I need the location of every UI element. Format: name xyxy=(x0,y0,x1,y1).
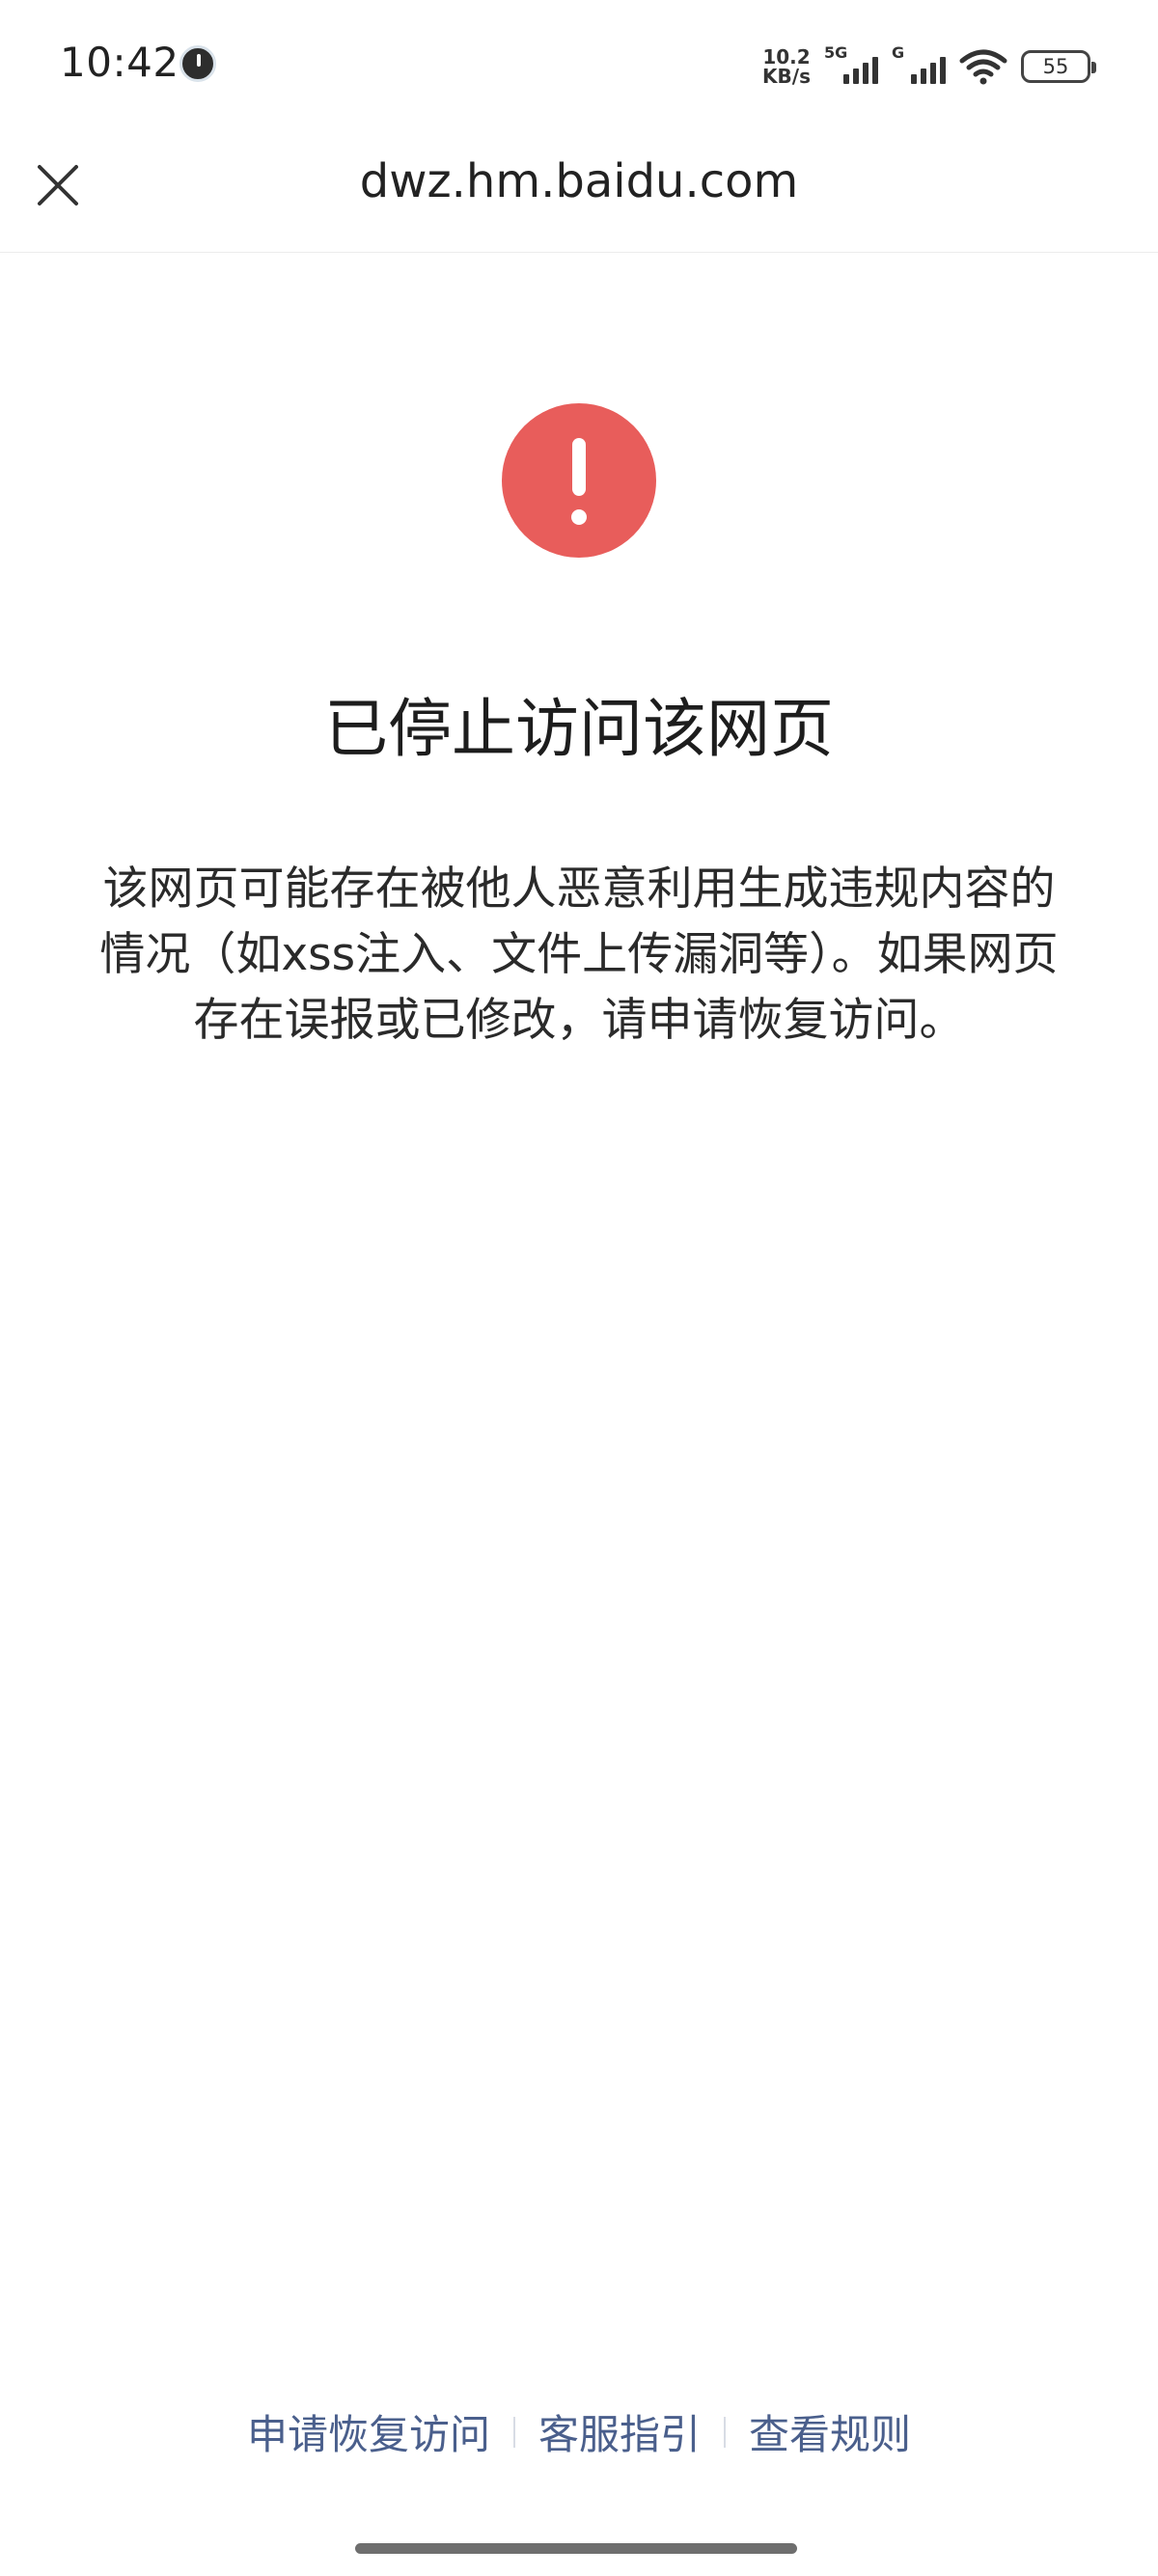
network-speed-value: 10.2 xyxy=(762,45,811,69)
battery-icon: 55 xyxy=(1021,50,1096,83)
support-guide-link[interactable]: 客服指引 xyxy=(529,2402,710,2461)
page-url-title: dwz.hm.baidu.com xyxy=(359,154,799,208)
sim2-label: G xyxy=(892,43,905,62)
status-bar: 10:42 10.2 KB/s 5G G 55 xyxy=(0,0,1158,135)
sim2-signal-icon: G xyxy=(892,43,946,88)
browser-header: dwz.hm.baidu.com xyxy=(0,135,1158,253)
status-icons: 10.2 KB/s 5G G 55 xyxy=(762,42,1096,91)
footer-divider xyxy=(724,2416,726,2448)
alert-icon xyxy=(502,403,656,558)
view-rules-link[interactable]: 查看规则 xyxy=(739,2402,921,2461)
blocked-description: 该网页可能存在被他人恶意利用生成违规内容的情况（如xss注入、文件上传漏洞等）。… xyxy=(99,863,1059,1047)
home-indicator[interactable] xyxy=(355,2543,797,2554)
footer-divider xyxy=(512,2416,515,2448)
wifi-icon xyxy=(959,49,1007,85)
page-title: 已停止访问该网页 xyxy=(324,692,834,766)
sim1-signal-icon: 5G xyxy=(824,43,878,88)
footer-links: 申请恢复访问 客服指引 查看规则 xyxy=(0,2402,1158,2461)
network-speed-unit: KB/s xyxy=(762,65,811,88)
request-restore-link[interactable]: 申请恢复访问 xyxy=(237,2402,500,2461)
clock-app-icon xyxy=(179,45,216,82)
status-time: 10:42 xyxy=(60,39,179,86)
battery-level: 55 xyxy=(1042,55,1069,78)
network-speed: 10.2 KB/s xyxy=(762,47,811,86)
page: 10:42 10.2 KB/s 5G G 55 dwz.hm.baidu.com… xyxy=(0,0,1158,2576)
